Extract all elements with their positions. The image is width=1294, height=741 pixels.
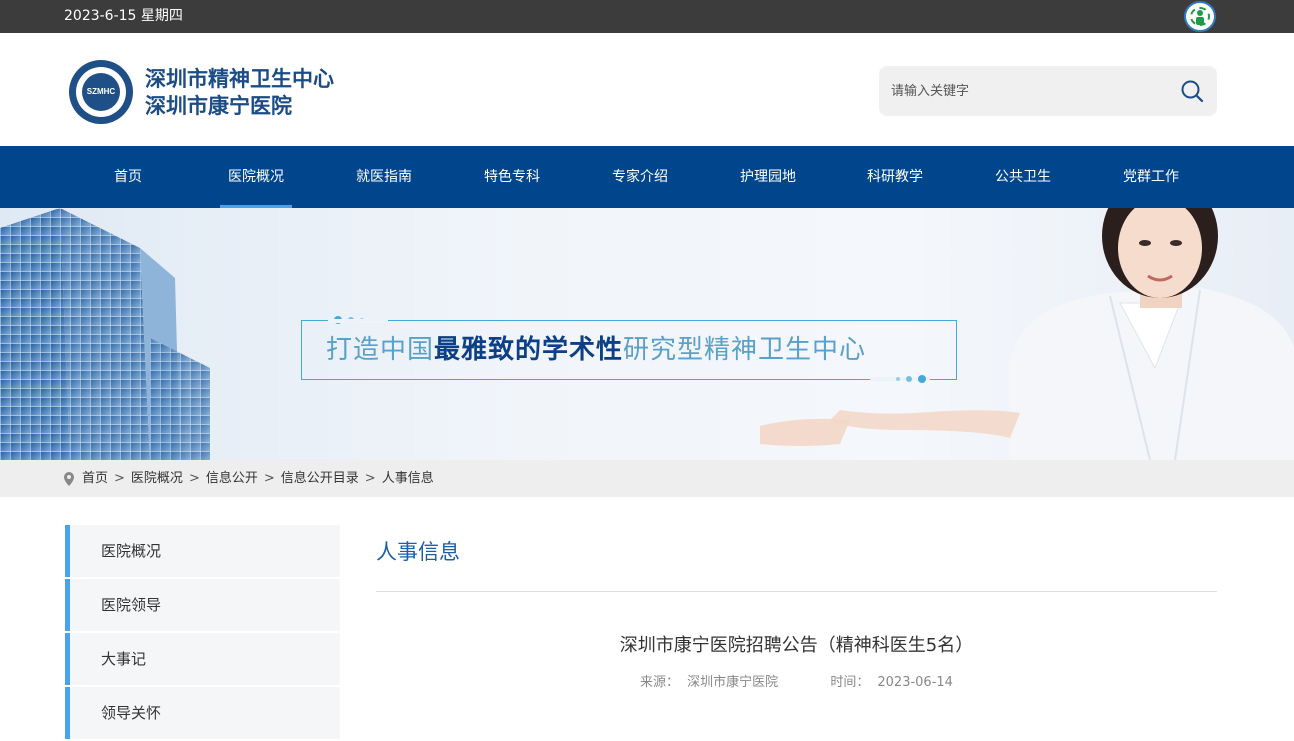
- accessibility-head: [1197, 10, 1203, 16]
- logo-text: SZMHC: [86, 87, 116, 96]
- breadcrumb-separator: >: [263, 471, 275, 486]
- sidebar-item-milestones[interactable]: 大事记: [65, 633, 340, 685]
- section-title: 人事信息: [376, 540, 460, 564]
- site-header: SZMHC 深圳市精神卫生中心 深圳市康宁医院: [0, 33, 1294, 146]
- breadcrumb-separator: >: [364, 471, 376, 486]
- slogan-prefix: 打造中国: [326, 335, 435, 365]
- nav-item-nursing[interactable]: 护理园地: [718, 146, 818, 208]
- nav-item-experts[interactable]: 专家介绍: [590, 146, 690, 208]
- slogan-emphasis: 最雅致的学术性: [434, 335, 624, 365]
- doctor-illustration: [760, 208, 1294, 460]
- sidebar-item-hospital-overview[interactable]: 医院概况: [65, 525, 340, 577]
- accessibility-icon[interactable]: [1184, 1, 1216, 32]
- sidebar-item-label: 领导关怀: [101, 704, 162, 722]
- breadcrumb-personnel-info[interactable]: 人事信息: [382, 470, 434, 488]
- nav-item-hospital-overview[interactable]: 医院概况: [206, 146, 306, 208]
- breadcrumb-info-catalog[interactable]: 信息公开目录: [281, 470, 359, 488]
- location-pin-icon: [64, 472, 74, 486]
- sidebar-item-hospital-leaders[interactable]: 医院领导: [65, 579, 340, 631]
- search-icon[interactable]: [1180, 79, 1204, 103]
- breadcrumb-info-disclosure[interactable]: 信息公开: [206, 470, 258, 488]
- current-date: 2023-6-15 星期四: [64, 8, 183, 24]
- sidebar-item-label: 医院概况: [101, 542, 162, 560]
- nav-item-specialties[interactable]: 特色专科: [462, 146, 562, 208]
- breadcrumb-home[interactable]: 首页: [82, 470, 108, 488]
- hospital-name[interactable]: 深圳市精神卫生中心 深圳市康宁医院: [145, 66, 334, 120]
- breadcrumb-bar: 首页 > 医院概况 > 信息公开 > 信息公开目录 > 人事信息: [0, 460, 1294, 497]
- nav-item-research-teaching[interactable]: 科研教学: [845, 146, 945, 208]
- breadcrumb-hospital-overview[interactable]: 医院概况: [131, 470, 183, 488]
- nav-item-public-health[interactable]: 公共卫生: [973, 146, 1073, 208]
- search-input[interactable]: [891, 80, 1161, 102]
- article-meta: 来源： 深圳市康宁医院 时间： 2023-06-14: [376, 674, 1217, 692]
- nav-item-party-work[interactable]: 党群工作: [1101, 146, 1201, 208]
- source-value: 深圳市康宁医院: [687, 675, 779, 690]
- sidebar-item-label: 医院领导: [101, 596, 162, 614]
- hospital-name-line1: 深圳市精神卫生中心: [145, 67, 334, 91]
- sidebar-item-label: 大事记: [101, 650, 147, 668]
- breadcrumb: 首页 > 医院概况 > 信息公开 > 信息公开目录 > 人事信息: [64, 470, 434, 488]
- breadcrumb-separator: >: [114, 471, 125, 486]
- sidebar-item-leadership-care[interactable]: 领导关怀: [65, 687, 340, 739]
- time-label: 时间：: [830, 675, 870, 690]
- breadcrumb-separator: >: [188, 471, 200, 486]
- hero-banner: 打造中国最雅致的学术性研究型精神卫生中心: [0, 208, 1294, 460]
- time-value: 2023-06-14: [877, 675, 953, 690]
- article-title: 深圳市康宁医院招聘公告（精神科医生5名）: [619, 635, 974, 656]
- sidebar-menu: 医院概况 医院领导 大事记 领导关怀: [65, 525, 340, 741]
- accessibility-body: [1196, 17, 1204, 25]
- nav-item-home[interactable]: 首页: [78, 146, 178, 208]
- nav-item-visit-guide[interactable]: 就医指南: [334, 146, 434, 208]
- search-box: [879, 66, 1217, 116]
- main-nav: 首页 医院概况 就医指南 特色专科 专家介绍 护理园地 科研教学 公共卫生 党群…: [0, 146, 1294, 208]
- section-divider: [376, 591, 1217, 592]
- hospital-logo[interactable]: SZMHC: [69, 60, 133, 124]
- building-illustration: [0, 208, 210, 460]
- hospital-name-line2: 深圳市康宁医院: [145, 94, 292, 118]
- source-label: 来源：: [640, 675, 680, 690]
- top-bar: 2023-6-15 星期四: [0, 0, 1294, 33]
